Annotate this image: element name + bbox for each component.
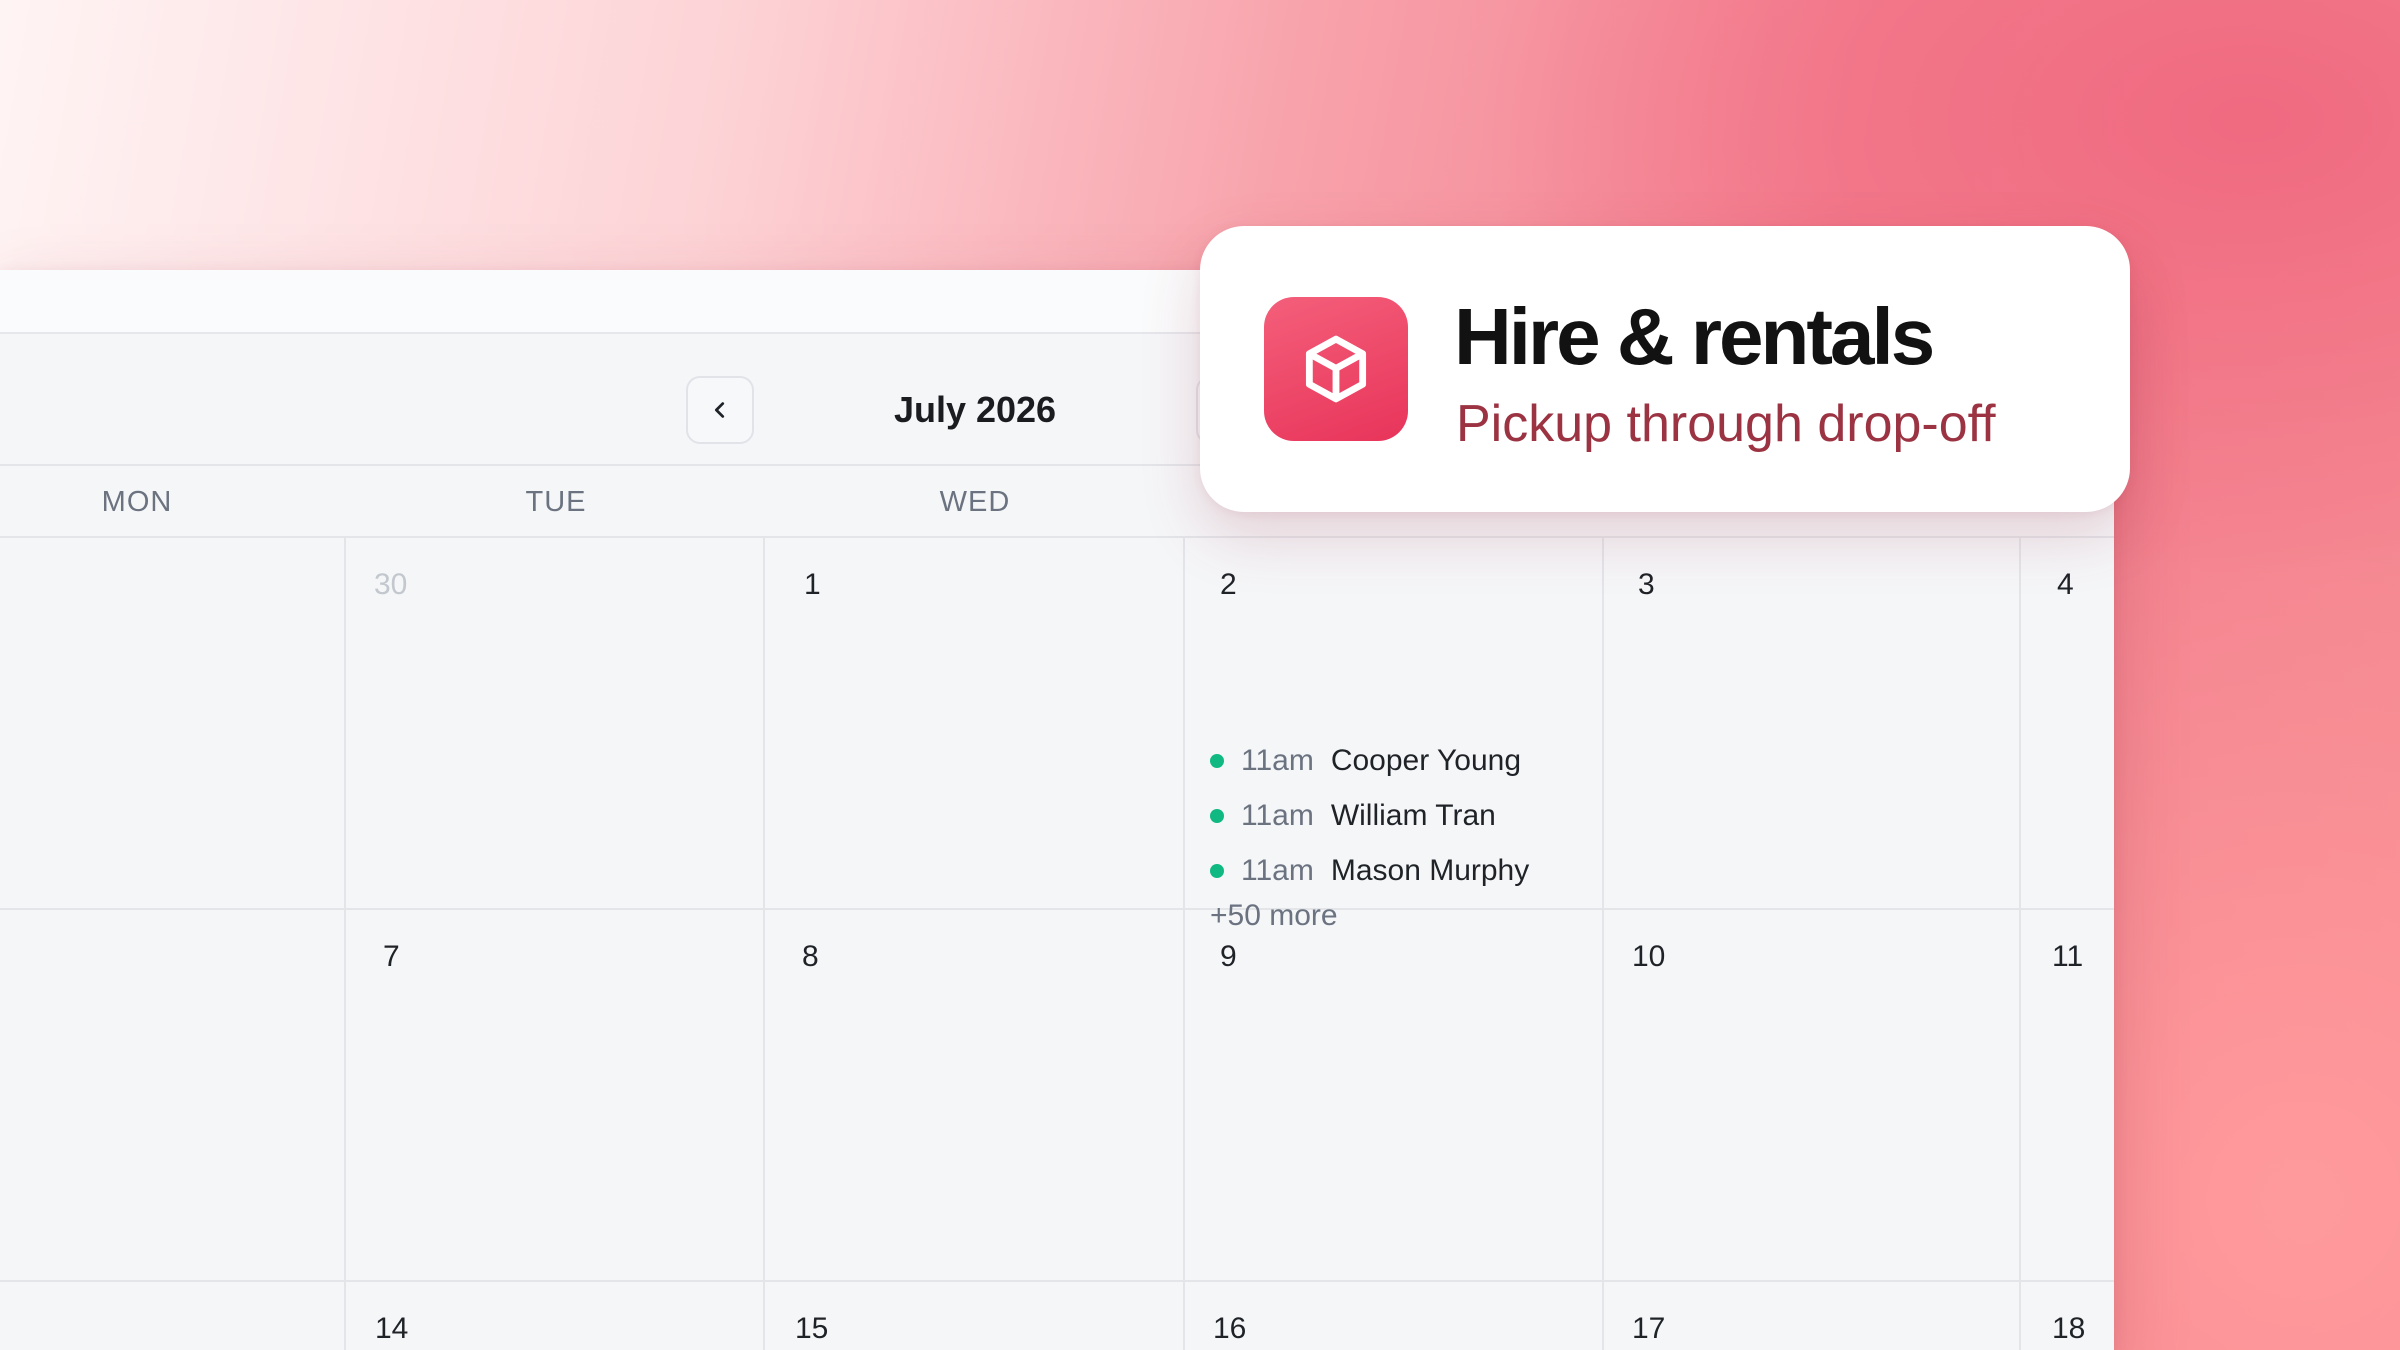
status-dot-icon (1210, 808, 1224, 823)
chevron-left-icon (714, 402, 725, 418)
grid-divider (2019, 538, 2021, 1350)
day-number[interactable]: 1 (804, 568, 821, 602)
event-name: William Tran (1330, 798, 1496, 832)
grid-divider (1602, 538, 1604, 1350)
event-time: 11am (1241, 798, 1314, 832)
day-number[interactable]: 9 (1220, 940, 1237, 974)
day-number[interactable]: 2 (1220, 568, 1237, 602)
more-events-link[interactable]: +50 more (1210, 898, 1590, 934)
day-number[interactable]: 30 (374, 568, 407, 602)
event-item[interactable]: 11am William Tran (1210, 788, 1590, 843)
feature-badge-card: Hire & rentals Pickup through drop-off (1200, 226, 2130, 512)
day-number[interactable]: 3 (1638, 568, 1655, 602)
month-title: July 2026 (893, 389, 1057, 430)
box-icon (1305, 335, 1367, 403)
day-number[interactable]: 16 (1213, 1312, 1246, 1346)
day-number[interactable]: 7 (383, 940, 400, 974)
status-dot-icon (1210, 753, 1224, 768)
grid-divider (1183, 538, 1185, 1350)
day-number[interactable]: 10 (1632, 940, 1665, 974)
grid-divider (0, 908, 2114, 910)
grid-divider (0, 1280, 2114, 1282)
day-number[interactable]: 15 (795, 1312, 828, 1346)
day-number[interactable]: 14 (375, 1312, 408, 1346)
grid-divider (344, 538, 346, 1350)
event-item[interactable]: 11am Mason Murphy (1210, 843, 1590, 898)
badge-subtitle: Pickup through drop-off (1456, 395, 1996, 453)
event-time: 11am (1241, 853, 1314, 887)
weekday-wed: WED (939, 486, 1011, 518)
day-number[interactable]: 4 (2057, 568, 2074, 602)
day-number[interactable]: 8 (802, 940, 819, 974)
event-name: Mason Murphy (1330, 853, 1530, 887)
grid-divider (763, 538, 765, 1350)
month-grid: 30 1 2 3 4 7 8 9 10 11 14 15 16 17 18 (0, 538, 2114, 1350)
app-icon (1264, 297, 1408, 441)
weekday-mon: MON (101, 486, 173, 518)
event-name: Cooper Young (1330, 743, 1522, 777)
day-number[interactable]: 18 (2052, 1312, 2085, 1346)
event-time: 11am (1241, 743, 1314, 777)
weekday-tue: TUE (525, 486, 587, 518)
day-9-events: 11am Cooper Young 11am William Tran 11am… (1210, 733, 1590, 934)
badge-title: Hire & rentals (1454, 292, 1935, 381)
event-item[interactable]: 11am Cooper Young (1210, 733, 1590, 788)
previous-month-button[interactable] (686, 376, 754, 444)
day-number[interactable]: 11 (2052, 940, 2083, 974)
status-dot-icon (1210, 863, 1224, 878)
day-number[interactable]: 17 (1632, 1312, 1665, 1346)
